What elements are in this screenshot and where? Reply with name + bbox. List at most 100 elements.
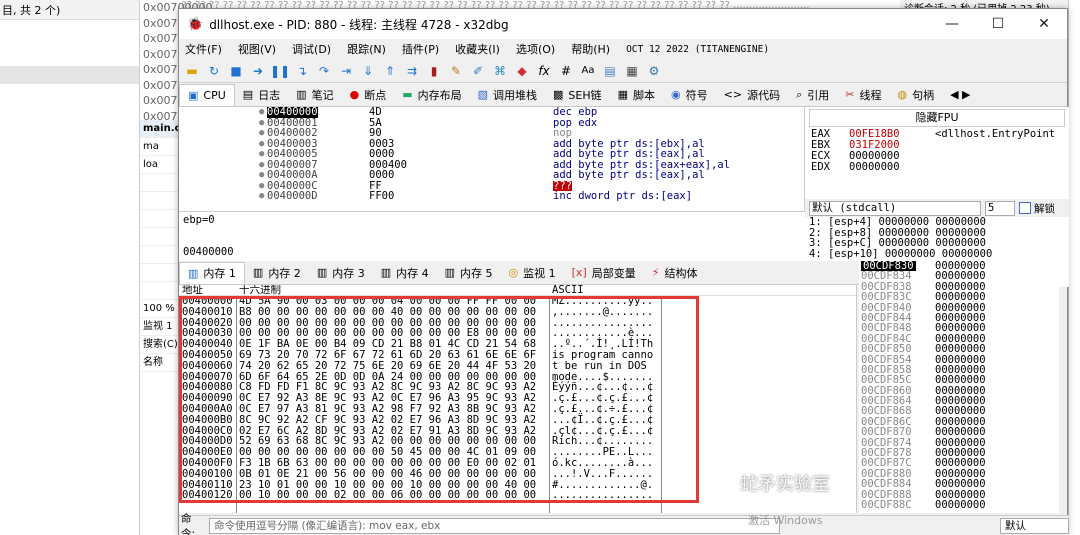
menu-favourites[interactable]: 收藏夹(I) bbox=[455, 41, 500, 57]
dump-hex-bytes[interactable]: B8 00 00 00 00 00 00 00 40 00 00 00 00 0… bbox=[239, 306, 536, 318]
title-bar[interactable]: 🐞 dllhost.exe - PID: 880 - 线程: 主线程 4728 … bbox=[179, 9, 1067, 39]
tab-dump-2[interactable]: ▥ 内存 2 bbox=[245, 262, 309, 284]
stack-arg-row[interactable]: 4: [esp+10] 00000000 00000000 bbox=[805, 248, 1069, 260]
dump-ascii[interactable]: ...¢Ï..¢.ç.£...¢ bbox=[552, 414, 653, 426]
stack-value[interactable]: 00000000 bbox=[935, 500, 986, 511]
menu-options[interactable]: 选项(O) bbox=[516, 41, 555, 57]
stack-row[interactable]: 00CDF88C 00000000 bbox=[859, 500, 1059, 511]
side-item[interactable]: ma bbox=[140, 138, 179, 156]
disasm-row[interactable]: ● 00400000 4D dec ebp bbox=[179, 107, 804, 118]
stack-row[interactable]: 00CDF83C 00000000 bbox=[859, 292, 1059, 303]
tab-dump-4[interactable]: ▥ 内存 4 bbox=[373, 262, 437, 284]
tab-notes[interactable]: ▥ 笔记 bbox=[288, 84, 341, 106]
register-row[interactable]: EAX 00FE18B0 <dllhost.EntryPoint bbox=[805, 129, 1069, 140]
dump-ascii[interactable]: ...!.V...F...... bbox=[552, 468, 653, 480]
execute-till-return-icon[interactable]: ⇑ bbox=[381, 62, 399, 80]
trace-into-icon[interactable]: ⇥ bbox=[337, 62, 355, 80]
step-into-icon[interactable]: ↴ bbox=[293, 62, 311, 80]
tab-dump-1[interactable]: ▥ 内存 1 bbox=[179, 261, 245, 284]
dump-hex-bytes[interactable]: 8C 9C 92 A2 CF 9C 93 A2 02 E7 96 A3 8D 9… bbox=[239, 414, 536, 426]
tab-dump-3[interactable]: ▥ 内存 3 bbox=[309, 262, 373, 284]
watch-label[interactable]: 监视 1 bbox=[140, 318, 179, 336]
menu-help[interactable]: 帮助(H) bbox=[571, 41, 610, 57]
tab-call-stack[interactable]: ▧ 调用堆栈 bbox=[470, 84, 545, 106]
run-icon[interactable]: ➜ bbox=[249, 62, 267, 80]
dump-ascii[interactable]: ................ bbox=[552, 490, 653, 501]
minimize-button[interactable]: — bbox=[929, 9, 975, 39]
function-icon[interactable]: fx bbox=[535, 62, 553, 80]
command-input[interactable]: 命令使用逗号分隔 (像汇编语言): mov eax, ebx bbox=[209, 517, 781, 534]
tab-breakpoints[interactable]: ● 断点 bbox=[342, 84, 395, 106]
register-row[interactable]: EDX 00000000 bbox=[805, 162, 1069, 173]
disasm-row[interactable]: ● 0040000A 0000 add byte ptr ds:[eax],al bbox=[179, 170, 804, 181]
menu-trace[interactable]: 跟踪(N) bbox=[347, 41, 386, 57]
run-to-user-code-icon[interactable]: ⇉ bbox=[403, 62, 421, 80]
bookmark-icon[interactable]: ◆ bbox=[513, 62, 531, 80]
stack-value[interactable]: 00000000 bbox=[935, 344, 986, 355]
menu-plugins[interactable]: 插件(P) bbox=[402, 41, 439, 57]
tab-seh[interactable]: ▩ SEH链 bbox=[545, 84, 610, 106]
settings-icon[interactable]: ⚙ bbox=[645, 62, 663, 80]
tab-scroll-arrows[interactable]: ◀ ▶ bbox=[942, 84, 978, 106]
tab-symbols[interactable]: ◉ 符号 bbox=[663, 84, 716, 106]
close-button[interactable]: ✕ bbox=[1021, 9, 1067, 39]
register-value[interactable]: 00000000 bbox=[849, 162, 935, 173]
menu-view[interactable]: 视图(V) bbox=[238, 41, 276, 57]
command-mode-select[interactable]: 默认 bbox=[1000, 517, 1069, 534]
restart-icon[interactable]: ↻ bbox=[205, 62, 223, 80]
stack-arg-row[interactable]: 1: [esp+4] 00000000 00000000 bbox=[805, 217, 1069, 228]
menu-file[interactable]: 文件(F) bbox=[185, 41, 222, 57]
register-row[interactable]: EBX 031F2000 bbox=[805, 140, 1069, 151]
tab-source[interactable]: <> 源代码 bbox=[716, 84, 788, 106]
dump-row[interactable]: 00400060 74 20 62 65 20 72 75 6E 20 69 6E… bbox=[179, 360, 856, 372]
tab-script[interactable]: ▦ 脚本 bbox=[610, 84, 663, 106]
explorer-selected-row[interactable] bbox=[0, 66, 139, 84]
disasm-row[interactable]: ● 00400002 90 nop bbox=[179, 128, 804, 139]
scylla-icon[interactable]: ▮ bbox=[425, 62, 443, 80]
stack-row[interactable]: 00CDF850 00000000 bbox=[859, 344, 1059, 355]
tab-references[interactable]: ⌕ 引用 bbox=[788, 84, 837, 106]
tab-threads[interactable]: ✂ 线程 bbox=[837, 84, 889, 106]
tab-log[interactable]: ▤ 日志 bbox=[235, 84, 288, 106]
tab-struct[interactable]: ⚡ 结构体 bbox=[644, 262, 706, 284]
disassembly-view[interactable]: ● 00400000 4D dec ebp ● 00400001 5A pop edx ● 0… bbox=[179, 107, 805, 211]
tab-handles[interactable]: ◍ 句柄 bbox=[889, 84, 942, 106]
open-icon[interactable]: ▬ bbox=[183, 62, 201, 80]
pause-icon[interactable]: ❚❚ bbox=[270, 62, 290, 80]
argument-count-stepper[interactable]: 5 bbox=[985, 200, 1015, 216]
side-item[interactable]: main.c bbox=[140, 120, 179, 138]
dump-hex-bytes[interactable]: 0B 01 0E 21 00 56 00 00 00 46 00 00 00 0… bbox=[239, 468, 536, 480]
tab-memory-map[interactable]: ▬ 内存布局 bbox=[394, 84, 469, 106]
trace-over-icon[interactable]: ⇓ bbox=[359, 62, 377, 80]
tab-locals[interactable]: [x] 局部变量 bbox=[564, 262, 644, 284]
step-over-icon[interactable]: ↷ bbox=[315, 62, 333, 80]
search-label[interactable]: 搜索(C) bbox=[140, 336, 179, 354]
comment-icon[interactable]: ✐ bbox=[469, 62, 487, 80]
stack-arg-row[interactable]: 3: [esp+C] 00000000 00000000 bbox=[805, 238, 1069, 249]
dump-hex-bytes[interactable]: 74 20 62 65 20 72 75 6E 20 69 6E 20 44 4… bbox=[239, 360, 536, 372]
disasm-row[interactable]: ● 0040000D FF00 inc dword ptr ds:[eax] bbox=[179, 191, 804, 202]
stop-icon[interactable]: ■ bbox=[227, 62, 245, 80]
unlock-checkbox[interactable] bbox=[1019, 202, 1031, 214]
tab-dump-5[interactable]: ▥ 内存 5 bbox=[437, 262, 501, 284]
patch-icon[interactable]: ✎ bbox=[447, 62, 465, 80]
label-icon[interactable]: ⌘ bbox=[491, 62, 509, 80]
maximize-button[interactable]: ☐ bbox=[975, 9, 1021, 39]
side-item[interactable]: loa bbox=[140, 156, 179, 174]
dump-hex-bytes[interactable]: 00 10 00 00 00 02 00 00 06 00 00 00 00 0… bbox=[239, 490, 536, 501]
hide-fpu-button[interactable]: 隐藏FPU bbox=[809, 109, 1065, 127]
stack-arguments-view[interactable]: 1: [esp+4] 00000000 00000000 2: [esp+8] … bbox=[805, 217, 1069, 261]
calling-convention-select[interactable]: 默认 (stdcall) bbox=[809, 200, 981, 216]
notes-icon[interactable]: ▦ bbox=[623, 62, 641, 80]
dump-row[interactable]: 00400010 B8 00 00 00 00 00 00 00 40 00 00… bbox=[179, 306, 856, 318]
tab-cpu[interactable]: ▣ CPU bbox=[179, 83, 235, 106]
dump-ascii[interactable]: ,.......@....... bbox=[552, 306, 653, 318]
font-icon[interactable]: Aa bbox=[579, 62, 597, 80]
register-row[interactable]: ECX 00000000 bbox=[805, 151, 1069, 162]
dump-ascii[interactable]: t be run in DOS bbox=[552, 360, 647, 372]
patches-icon[interactable]: ▤ bbox=[601, 62, 619, 80]
disasm-row[interactable]: ● 00400005 0000 add byte ptr ds:[eax],al bbox=[179, 149, 804, 160]
tab-watch-1[interactable]: ◎ 监视 1 bbox=[501, 262, 564, 284]
menu-debug[interactable]: 调试(D) bbox=[292, 41, 331, 57]
hash-icon[interactable]: # bbox=[557, 62, 575, 80]
